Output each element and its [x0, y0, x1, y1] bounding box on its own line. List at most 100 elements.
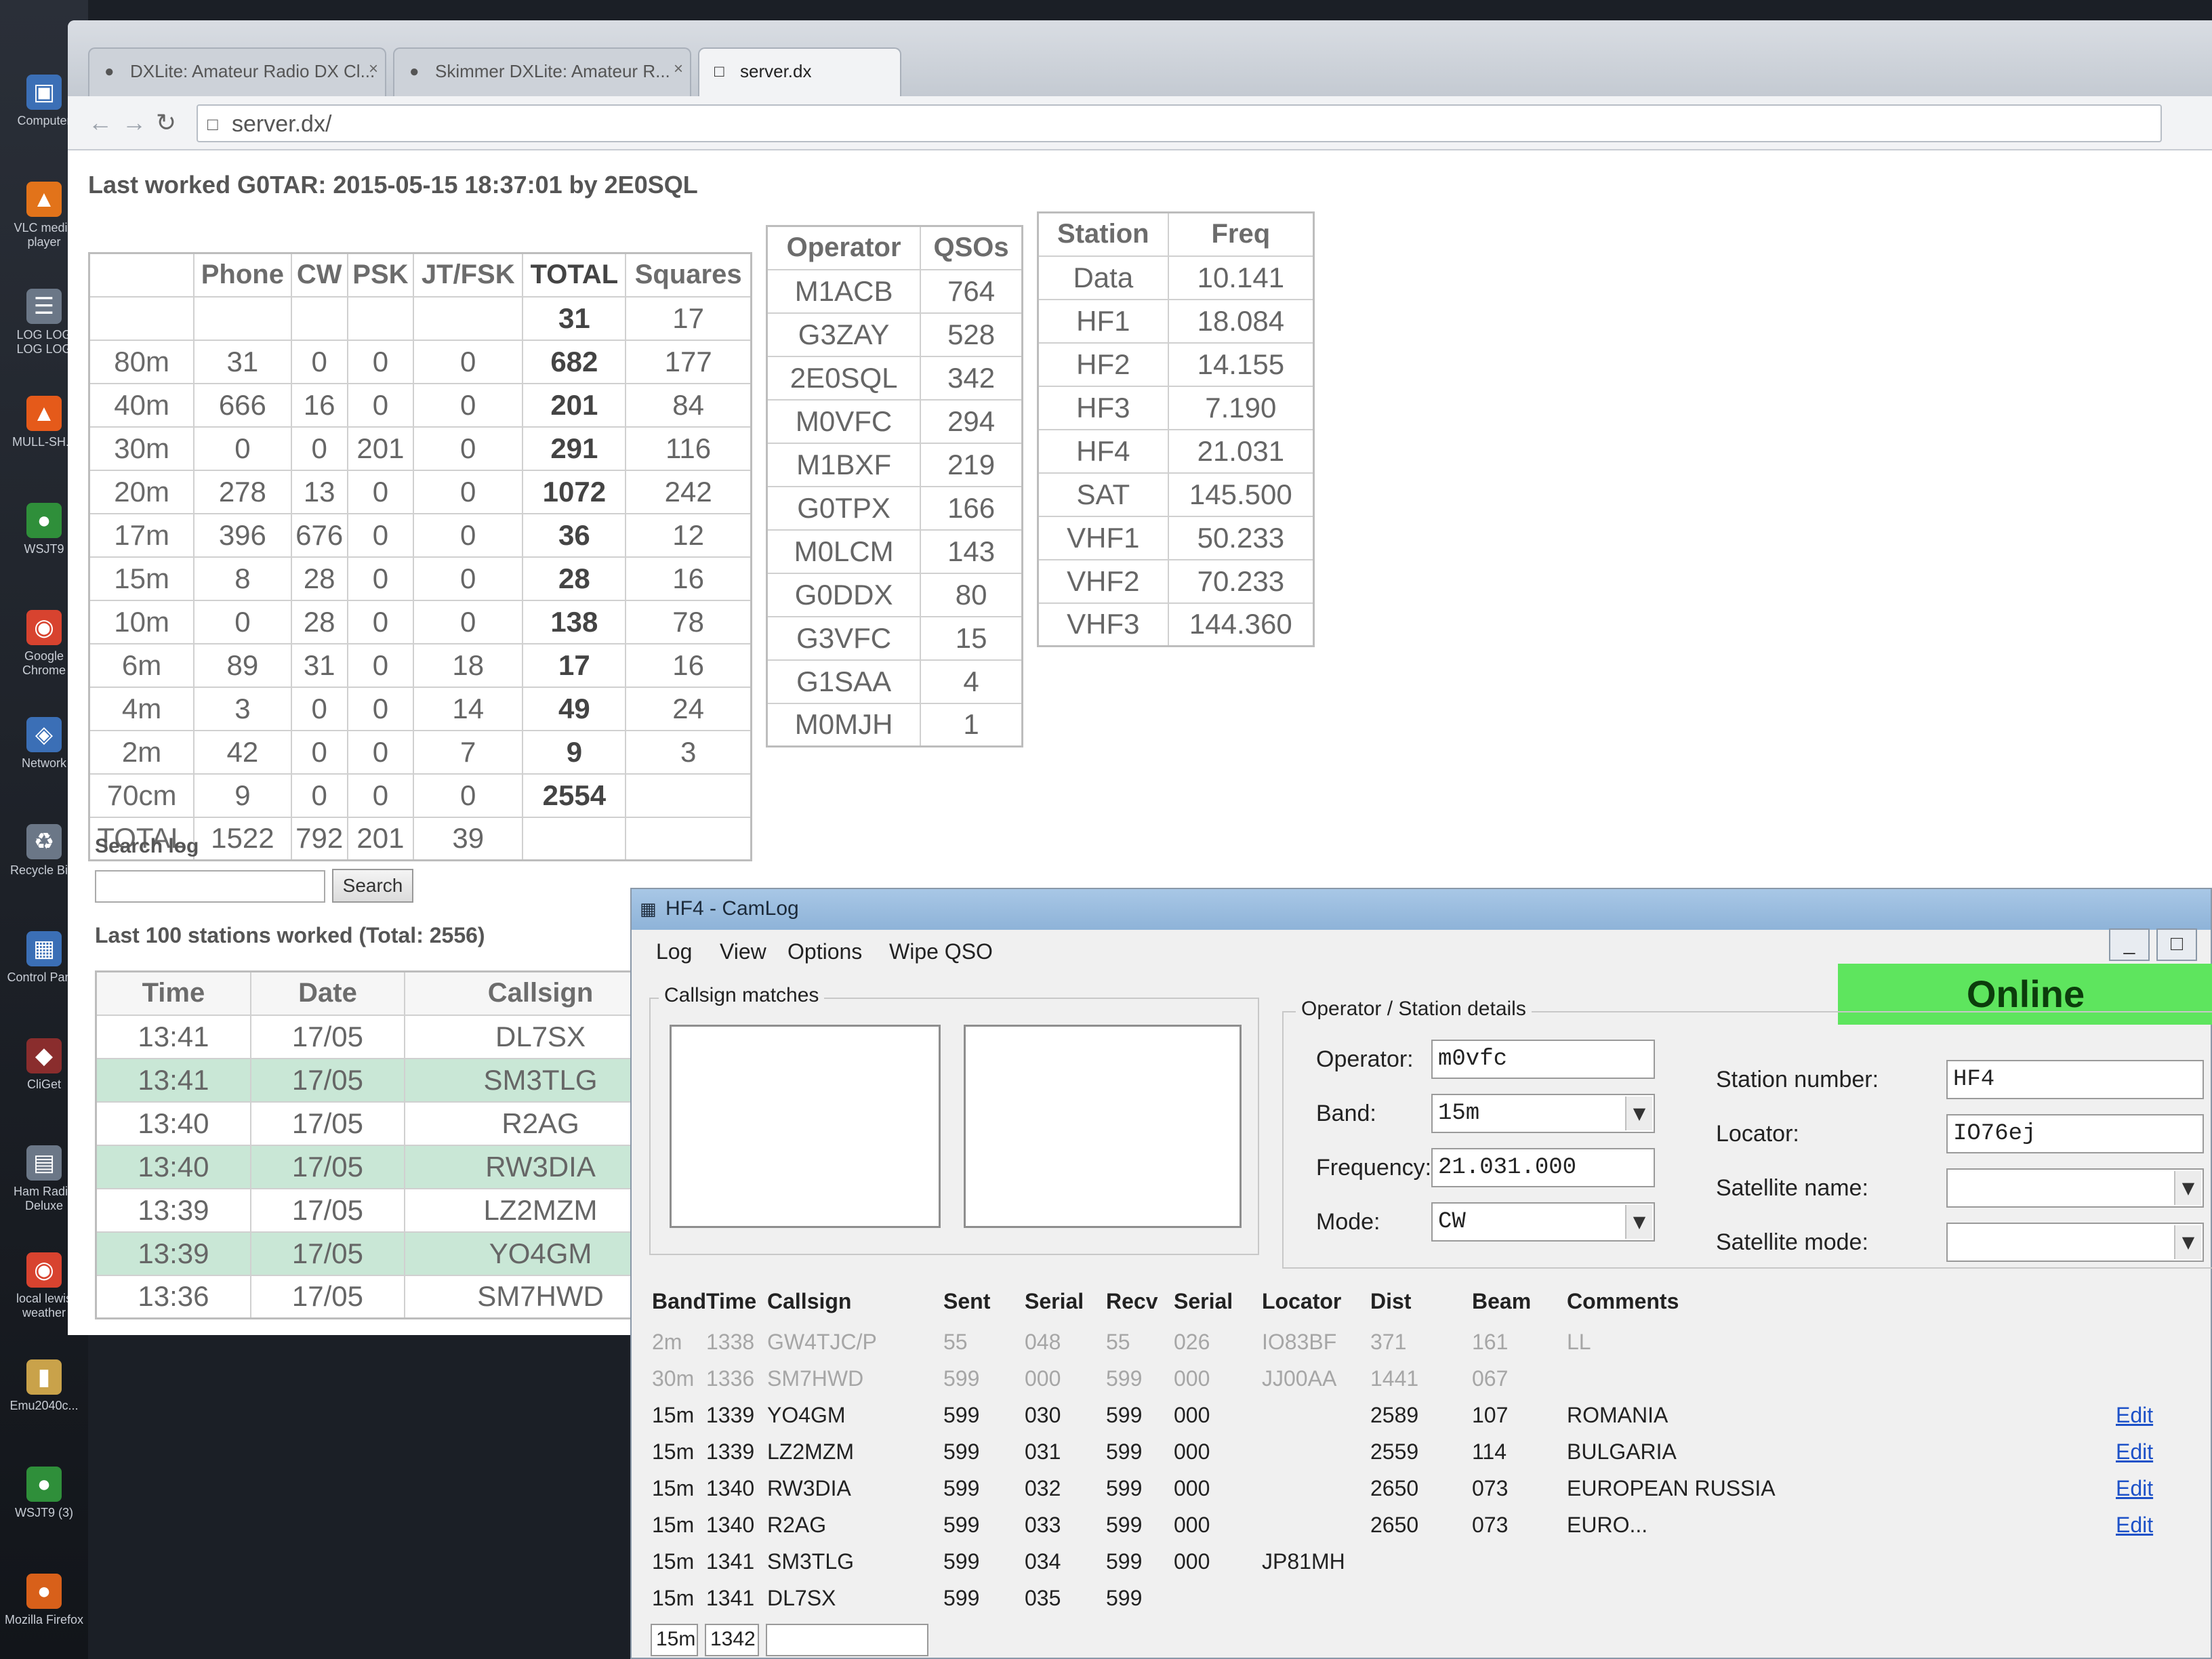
satellite-mode-select[interactable]: ▼	[1946, 1223, 2204, 1262]
table-cell: 70cm	[88, 773, 195, 818]
table-row: G0DDX 80	[766, 572, 1023, 617]
table-cell: 13:39	[95, 1187, 251, 1233]
new-qso-band-field[interactable]: 15m	[651, 1624, 698, 1656]
table-cell: 166	[920, 485, 1023, 531]
mode-select[interactable]: CW ▼	[1431, 1202, 1655, 1242]
table-cell: 18.084	[1167, 298, 1315, 344]
log-cell-rserial: 000	[1174, 1513, 1210, 1537]
column-header: Phone	[193, 252, 292, 298]
callsign-match-list-1[interactable]	[670, 1025, 941, 1228]
log-column-header[interactable]: Comments	[1567, 1289, 1679, 1314]
back-icon[interactable]: ←	[88, 108, 112, 137]
edit-link[interactable]: Edit	[2116, 1513, 2153, 1538]
table-cell: 764	[920, 268, 1023, 314]
chevron-down-icon[interactable]: ▼	[2174, 1225, 2201, 1259]
table-cell: 31	[193, 339, 292, 384]
table-row: G0TPX 166	[766, 485, 1023, 531]
camlog-window: ▦ HF4 - CamLog _ □ Log View Options Wipe…	[630, 888, 2212, 1659]
table-row: M0LCM 143	[766, 529, 1023, 574]
tab-server-dx[interactable]: □ server.dx	[698, 47, 901, 96]
table-cell: 4	[920, 659, 1023, 704]
table-cell: 0	[346, 729, 415, 775]
tab-dxlite[interactable]: ● DXLite: Amateur Radio DX Cl... ×	[88, 47, 386, 96]
menu-view[interactable]: View	[720, 939, 766, 964]
chevron-down-icon[interactable]: ▼	[2174, 1171, 2201, 1205]
log-cell-call: GW4TJC/P	[767, 1330, 877, 1354]
locator-field[interactable]: IO76ej	[1946, 1114, 2204, 1153]
table-row: HF1 18.084	[1037, 298, 1315, 344]
forward-icon[interactable]: →	[122, 108, 146, 137]
table-row: 6m 89 31 0 18 17 16	[88, 642, 752, 688]
log-cell-comments: ROMANIA	[1567, 1403, 1668, 1427]
table-cell: 144.360	[1167, 602, 1315, 647]
table-cell: 0	[290, 426, 348, 471]
table-row: HF3 7.190	[1037, 385, 1315, 430]
edit-link[interactable]: Edit	[2116, 1403, 2153, 1428]
log-column-header[interactable]: Band	[652, 1289, 706, 1314]
callsign-match-list-2[interactable]	[964, 1025, 1242, 1228]
table-cell: 16	[625, 642, 752, 688]
log-cell-sent: 55	[943, 1330, 968, 1354]
operator-station-label: Operator / Station details	[1296, 998, 1532, 1021]
table-row: 13:40 17/05 R2AG	[95, 1101, 678, 1146]
camlog-titlebar[interactable]: ▦ HF4 - CamLog	[632, 889, 2211, 930]
search-button[interactable]: Search	[332, 869, 413, 903]
log-column-header[interactable]: Beam	[1472, 1289, 1531, 1314]
operator-field[interactable]: m0vfc	[1431, 1040, 1655, 1079]
log-column-header[interactable]: Serial	[1025, 1289, 1084, 1314]
menu-log[interactable]: Log	[656, 939, 692, 964]
desktop-shortcut-firefox[interactable]: ● Mozilla Firefox	[4, 1574, 84, 1627]
last-worked-text: Last worked G0TAR: 2015-05-15 18:37:01 b…	[88, 171, 698, 199]
log-cell-comments: EURO...	[1567, 1513, 1648, 1537]
table-cell: G3VFC	[766, 615, 922, 661]
log-cell-beam: 067	[1472, 1366, 1509, 1391]
station-number-label: Station number:	[1716, 1067, 1879, 1092]
new-qso-time-field[interactable]: 1342	[705, 1624, 759, 1656]
log-column-header[interactable]: Serial	[1174, 1289, 1233, 1314]
edit-link[interactable]: Edit	[2116, 1439, 2153, 1465]
log-column-header[interactable]: Recv	[1106, 1289, 1158, 1314]
log-column-header[interactable]: Dist	[1370, 1289, 1411, 1314]
table-cell: 278	[193, 469, 292, 514]
new-qso-callsign-field[interactable]	[766, 1624, 928, 1656]
recycle-bin-icon: ♻	[26, 824, 62, 859]
log-column-header[interactable]: Callsign	[767, 1289, 851, 1314]
table-cell: 0	[346, 512, 415, 558]
tab-skimmer[interactable]: ● Skimmer DXLite: Amateur R... ×	[393, 47, 691, 96]
chevron-down-icon[interactable]: ▼	[1625, 1097, 1652, 1130]
reload-icon[interactable]: ↻	[156, 108, 176, 137]
table-cell: 201	[522, 382, 627, 428]
menu-wipe-qso[interactable]: Wipe QSO	[889, 939, 993, 964]
desktop-shortcut-wsjt93[interactable]: ● WSJT9 (3)	[4, 1467, 84, 1520]
table-header-row: Station Freq	[1037, 211, 1315, 257]
table-row: 4m 3 0 0 14 49 24	[88, 686, 752, 731]
table-cell: 10m	[88, 599, 195, 644]
menu-options[interactable]: Options	[787, 939, 862, 964]
address-bar[interactable]: □ server.dx/	[197, 104, 2162, 142]
search-input[interactable]	[95, 870, 325, 903]
desktop-shortcut-emu[interactable]: ▮ Emu2040c...	[4, 1359, 84, 1413]
log-cell-band: 2m	[652, 1330, 682, 1354]
network-icon: ◈	[26, 717, 62, 752]
desktop-shortcut-label: WSJT9 (3)	[14, 1506, 73, 1519]
close-icon[interactable]: ×	[674, 60, 683, 79]
log-column-header[interactable]: Locator	[1262, 1289, 1341, 1314]
log-column-header[interactable]: Sent	[943, 1289, 990, 1314]
log-cell-beam: 107	[1472, 1403, 1509, 1427]
log-cell-dist: 2650	[1370, 1513, 1419, 1537]
edit-link[interactable]: Edit	[2116, 1476, 2153, 1501]
close-icon[interactable]: ×	[369, 60, 378, 79]
table-row: 20m 278 13 0 0 1072 242	[88, 469, 752, 514]
frequency-field[interactable]: 21.031.000	[1431, 1148, 1655, 1187]
table-cell: 9	[522, 729, 627, 775]
desktop-shortcut-label: VLC media player	[14, 221, 75, 249]
chevron-down-icon[interactable]: ▼	[1625, 1205, 1652, 1239]
log-cell-dist: 2650	[1370, 1476, 1419, 1500]
satellite-name-select[interactable]: ▼	[1946, 1168, 2204, 1208]
table-cell: 10.141	[1167, 255, 1315, 300]
table-cell: 13:40	[95, 1144, 251, 1189]
log-column-header[interactable]: Time	[706, 1289, 756, 1314]
station-number-field[interactable]: HF4	[1946, 1060, 2204, 1099]
band-select[interactable]: 15m ▼	[1431, 1094, 1655, 1133]
log-cell-dist: 2589	[1370, 1403, 1419, 1427]
